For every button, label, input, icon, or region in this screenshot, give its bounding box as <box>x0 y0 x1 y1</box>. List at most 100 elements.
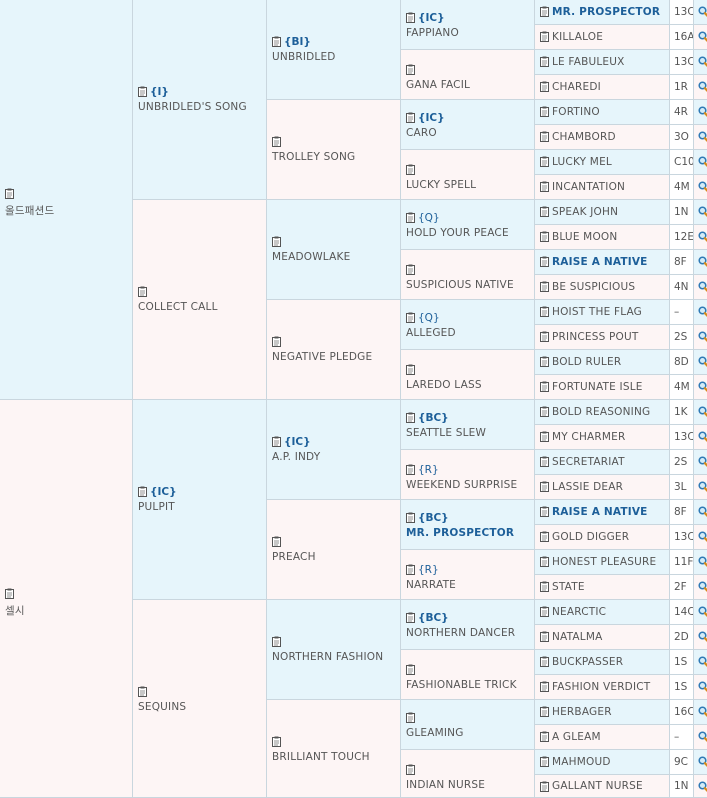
horse-name-link[interactable]: RAISE A NATIVE <box>552 256 648 268</box>
magnifier-icon[interactable] <box>698 681 707 693</box>
dosage-code[interactable]: {IC} <box>150 486 177 498</box>
horse-name-link[interactable]: BOLD RULER <box>552 356 621 368</box>
magnifier-icon[interactable] <box>698 631 707 643</box>
document-icon[interactable] <box>406 412 415 423</box>
horse-name-link[interactable]: HERBAGER <box>552 706 612 718</box>
dosage-code[interactable]: {R} <box>418 464 439 476</box>
magnifier-icon[interactable] <box>698 481 707 493</box>
magnifier-icon[interactable] <box>698 6 707 18</box>
magnifier-icon[interactable] <box>698 381 707 393</box>
horse-name-link[interactable]: SPEAK JOHN <box>552 206 618 218</box>
magnifier-icon[interactable] <box>698 581 707 593</box>
horse-name-link[interactable]: NATALMA <box>552 631 603 643</box>
document-icon[interactable] <box>540 81 549 92</box>
magnifier-icon[interactable] <box>698 256 707 268</box>
horse-name-link[interactable]: FASHIONABLE TRICK <box>406 679 532 691</box>
horse-name-link[interactable]: GOLD DIGGER <box>552 531 629 543</box>
horse-name-link[interactable]: SUSPICIOUS NATIVE <box>406 279 532 291</box>
document-icon[interactable] <box>272 336 281 347</box>
document-icon[interactable] <box>540 431 549 442</box>
horse-name-link[interactable]: HOIST THE FLAG <box>552 306 642 318</box>
magnifier-icon[interactable] <box>698 106 707 118</box>
document-icon[interactable] <box>540 606 549 617</box>
dosage-code[interactable]: {R} <box>418 564 439 576</box>
document-icon[interactable] <box>540 756 549 767</box>
document-icon[interactable] <box>540 506 549 517</box>
magnifier-icon[interactable] <box>698 81 707 93</box>
horse-name-link[interactable]: WEEKEND SURPRISE <box>406 479 532 491</box>
horse-name-link[interactable]: GALLANT NURSE <box>552 780 643 792</box>
document-icon[interactable] <box>406 264 415 275</box>
document-icon[interactable] <box>540 481 549 492</box>
dosage-code[interactable]: {BC} <box>418 612 449 624</box>
document-icon[interactable] <box>540 456 549 467</box>
document-icon[interactable] <box>540 31 549 42</box>
document-icon[interactable] <box>406 112 415 123</box>
horse-name-link[interactable]: PRINCESS POUT <box>552 331 639 343</box>
magnifier-icon[interactable] <box>698 56 707 68</box>
horse-name-link[interactable]: A.P. INDY <box>272 451 398 463</box>
document-icon[interactable] <box>272 636 281 647</box>
document-icon[interactable] <box>540 356 549 367</box>
magnifier-icon[interactable] <box>698 656 707 668</box>
dosage-code[interactable]: {BI} <box>284 36 311 48</box>
dosage-code[interactable]: {Q} <box>418 312 440 324</box>
document-icon[interactable] <box>272 136 281 147</box>
horse-name-link[interactable]: SECRETARIAT <box>552 456 625 468</box>
magnifier-icon[interactable] <box>698 406 707 418</box>
magnifier-icon[interactable] <box>698 356 707 368</box>
horse-name-link[interactable]: INDIAN NURSE <box>406 779 532 791</box>
horse-name-link[interactable]: MAHMOUD <box>552 756 611 768</box>
horse-name-link[interactable]: TROLLEY SONG <box>272 151 398 163</box>
horse-name-link[interactable]: BOLD REASONING <box>552 406 650 418</box>
magnifier-icon[interactable] <box>698 606 707 618</box>
magnifier-icon[interactable] <box>698 231 707 243</box>
magnifier-icon[interactable] <box>698 156 707 168</box>
horse-name-link[interactable]: NARRATE <box>406 579 532 591</box>
horse-name-link[interactable]: UNBRIDLED <box>272 51 398 63</box>
document-icon[interactable] <box>540 131 549 142</box>
horse-name-link[interactable]: INCANTATION <box>552 181 625 193</box>
document-icon[interactable] <box>540 706 549 717</box>
magnifier-icon[interactable] <box>698 206 707 218</box>
document-icon[interactable] <box>5 188 14 199</box>
magnifier-icon[interactable] <box>698 706 707 718</box>
document-icon[interactable] <box>406 364 415 375</box>
horse-name-link[interactable]: MR. PROSPECTOR <box>406 527 532 539</box>
horse-name-link[interactable]: GLEAMING <box>406 727 532 739</box>
horse-name-link[interactable]: CHAMBORD <box>552 131 616 143</box>
document-icon[interactable] <box>272 736 281 747</box>
horse-name-link[interactable]: NEARCTIC <box>552 606 606 618</box>
document-icon[interactable] <box>272 36 281 47</box>
dosage-code[interactable]: {Q} <box>418 212 440 224</box>
dosage-code[interactable]: {IC} <box>284 436 311 448</box>
horse-name-link[interactable]: LUCKY SPELL <box>406 179 532 191</box>
horse-name-link[interactable]: NEGATIVE PLEDGE <box>272 351 398 363</box>
document-icon[interactable] <box>540 406 549 417</box>
document-icon[interactable] <box>5 588 14 599</box>
document-icon[interactable] <box>406 564 415 575</box>
document-icon[interactable] <box>406 612 415 623</box>
document-icon[interactable] <box>406 764 415 775</box>
horse-name-link[interactable]: BUCKPASSER <box>552 656 623 668</box>
horse-name-link[interactable]: LAREDO LASS <box>406 379 532 391</box>
document-icon[interactable] <box>540 731 549 742</box>
magnifier-icon[interactable] <box>698 731 707 743</box>
horse-name-link[interactable]: ALLEGED <box>406 327 532 339</box>
horse-name-link[interactable]: SEQUINS <box>138 701 264 713</box>
magnifier-icon[interactable] <box>698 531 707 543</box>
horse-name-link[interactable]: 셀시 <box>5 603 130 618</box>
horse-name-link[interactable]: SEATTLE SLEW <box>406 427 532 439</box>
document-icon[interactable] <box>138 86 147 97</box>
horse-name-link[interactable]: PULPIT <box>138 501 264 513</box>
document-icon[interactable] <box>540 256 549 267</box>
dosage-code[interactable]: {BC} <box>418 512 449 524</box>
document-icon[interactable] <box>272 536 281 547</box>
document-icon[interactable] <box>406 664 415 675</box>
document-icon[interactable] <box>138 286 147 297</box>
horse-name-link[interactable]: CHAREDI <box>552 81 601 93</box>
document-icon[interactable] <box>540 56 549 67</box>
document-icon[interactable] <box>540 381 549 392</box>
magnifier-icon[interactable] <box>698 306 707 318</box>
horse-name-link[interactable]: 올드패션드 <box>5 203 130 218</box>
